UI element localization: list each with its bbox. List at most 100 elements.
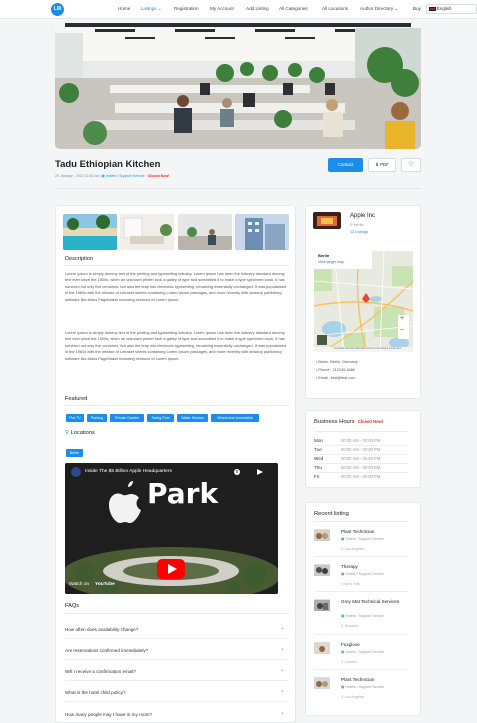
top-header: LM Home Listings ⌄ Registration My Accou… [0,0,477,19]
listing-status: Closed Now! [147,174,170,178]
feature-tag[interactable]: Parking [87,414,107,422]
gallery-thumb-3[interactable] [178,214,232,250]
pin-icon: ⚲ [350,223,353,227]
video-title[interactable]: Inside The $5 Billion Apple Headquarters [85,469,172,474]
author-location: ⚲ Berlin [350,222,364,227]
nav-all-categories[interactable]: All Categories [279,6,308,11]
watch-on-label[interactable]: Watch on [69,582,89,587]
favorite-button[interactable]: ♡ [401,158,421,172]
language-label: English [437,6,452,11]
contact-button[interactable]: Contact [328,158,363,172]
recent-item-category: ▦ Hotels / Support Service [341,685,384,689]
recent-thumb[interactable] [314,599,330,611]
location-tag[interactable]: Berlin [66,449,83,457]
recent-image [314,530,330,541]
faq-question[interactable]: Will I receive a confirmation email? [65,669,136,674]
zoom-out-icon[interactable]: − [400,327,404,334]
recent-item-category-text: Hotels / Support Service [345,650,385,654]
recent-divider [314,521,408,522]
category-icon: ▦ [341,537,345,541]
featured-title: Featured [65,396,88,402]
video-embed[interactable]: Inside The $5 Billion Apple Headquarters… [65,463,278,594]
location-map[interactable]: Berlin View larger map + − Keyboard shor… [314,251,413,352]
youtube-logo[interactable]: YouTube [95,582,115,587]
recent-item-title[interactable]: Foxglove [341,642,360,648]
hours-row-divider [314,454,408,455]
building-image [235,214,289,250]
recent-thumb[interactable] [314,642,330,654]
recent-thumb[interactable] [314,677,330,689]
expand-plus-icon[interactable]: + [281,668,284,674]
pdf-button[interactable]: ⬇ PDF [368,158,396,172]
feature-tag[interactable]: Wheelchair Accessible [211,414,259,422]
nav-home[interactable]: Home [118,6,130,11]
expand-plus-icon[interactable]: + [281,689,284,695]
recent-image [314,600,330,611]
hours-time: 00:00 AM - 00:00 PM [341,447,381,452]
feature-tag[interactable]: Water Service [177,414,208,422]
category-icon: ▦ [341,685,345,689]
map-pin-icon: ⚲ [65,430,70,436]
faq-divider [65,659,289,660]
gallery-thumb-1[interactable] [63,214,117,250]
recent-listing-title: Recent listing [314,511,349,517]
recent-item-title[interactable]: Plant Technician [341,677,374,683]
nav-my-account[interactable]: My Account [210,6,234,11]
feature-tag[interactable]: Swing Pool [147,414,174,422]
nav-all-locations[interactable]: All Locations [322,6,348,11]
contact-phone[interactable]: • Phone : 212245-4686 [316,368,355,372]
title-divider [55,188,421,189]
hours-time: 00:00 AM - 00:00 PM [341,474,381,479]
nav-listings[interactable]: Listings ⌄ [141,6,162,12]
business-hours-title: Business Hours Closed Now! [314,419,383,425]
gallery-thumb-4[interactable] [235,214,289,250]
faq-question[interactable]: How many people may I have in my room? [65,712,152,717]
recent-item-category-text: Hotels / Support Service [345,537,385,541]
recent-item-title[interactable]: Grey Mat Technical Services [341,599,407,605]
faq-divider [65,701,289,702]
expand-plus-icon[interactable]: + [281,711,284,717]
listing-category[interactable]: Hotels / Support Service [106,174,145,178]
recent-item-category: ▦ Hotels / Support Service [341,650,384,654]
resort-pool-image [63,214,117,250]
faq-question[interactable]: What is the hotel child policy? [65,690,126,695]
hours-day: Tue [314,447,322,452]
author-avatar[interactable] [313,212,341,229]
recent-item-title[interactable]: Therapy [341,564,358,570]
recent-item-category-text: Hotels / Support Service [345,572,385,576]
faq-question[interactable]: How often does availability change? [65,627,138,632]
gallery-thumb-2[interactable] [120,214,174,250]
recent-thumb[interactable] [314,529,330,541]
nav-buy[interactable]: Buy [413,6,421,11]
expand-plus-icon[interactable]: + [281,647,284,653]
listing-date: 25 January , 2022 11:54 am [55,174,100,178]
contact-email[interactable]: • Email : test@test.com [316,376,355,380]
recent-item-location-text: London [344,660,357,664]
feature-tag[interactable]: Private Garden [110,414,144,422]
recent-item-location: ⚲ Houston [341,624,359,628]
expand-plus-icon[interactable]: + [281,626,284,632]
feature-tag[interactable]: Flat TV [66,414,84,422]
author-listings-count[interactable]: 12 Listings [350,230,368,234]
zoom-in-icon[interactable]: + [400,315,404,322]
site-logo[interactable]: LM [51,3,64,16]
recent-item-title[interactable]: Plant Technician [341,529,374,535]
contact-address: • Berlin, Berlin, Germany [316,360,358,364]
faq-question[interactable]: Are reservations confirmed immediately? [65,648,148,653]
author-name[interactable]: Apple Inc [350,213,375,219]
recent-thumb[interactable] [314,564,330,576]
locations-title-text: Locations [70,430,95,436]
map-view-larger-link[interactable]: View larger map [318,260,344,264]
map-attribution[interactable]: Keyboard shortcuts Map Data Terms of Use… [334,347,401,350]
nav-add-listing[interactable]: Add Listing [246,6,269,11]
listing-title: Tadu Ethiopian Kitchen [55,159,161,170]
nav-author-directory[interactable]: Author Directory ⌄ [360,6,398,12]
language-select[interactable]: English [426,4,477,14]
recent-item-category-text: Hotels / Support Service [345,614,385,618]
recent-item-category: ▦ Hotels / Support Service [341,614,384,618]
author-location-text: Berlin [353,223,364,227]
description-paragraph-2: Lorem Ipsum is simply dummy text of the … [65,330,287,361]
nav-registration[interactable]: Registration [174,6,199,11]
business-hours-title-text: Business Hours [314,419,355,425]
description-divider [65,265,289,266]
